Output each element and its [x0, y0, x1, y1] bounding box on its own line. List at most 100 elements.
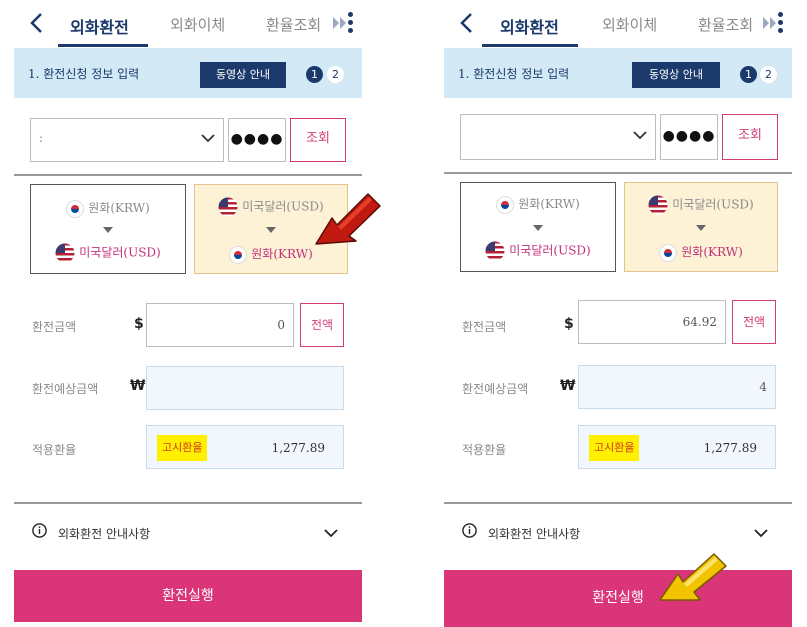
step-2-indicator: 2: [327, 66, 344, 83]
back-chevron-icon[interactable]: [26, 10, 48, 36]
video-guide-button[interactable]: 동영상 안내: [200, 62, 286, 88]
full-amount-button[interactable]: 전액: [300, 303, 344, 347]
guide-accordion[interactable]: 외화환전 안내사항: [14, 502, 362, 560]
step-bar: 1. 환전신청 정보 입력 동영상 안내 1 2: [14, 48, 362, 98]
krw-to-usd-option[interactable]: 원화(KRW) 미국달러(USD): [30, 184, 186, 274]
to-currency-label: 원화(KRW): [251, 247, 313, 261]
chevron-down-icon: [201, 134, 215, 143]
won-symbol: ₩: [560, 378, 576, 394]
chevron-down-icon: [754, 529, 768, 538]
korea-flag-icon: [659, 243, 678, 262]
execute-exchange-button[interactable]: 환전실행: [444, 570, 792, 627]
execute-exchange-button[interactable]: 환전실행: [14, 570, 362, 622]
down-triangle-icon: [103, 227, 113, 233]
down-triangle-icon: [696, 225, 706, 231]
account-select[interactable]: [460, 114, 656, 160]
expected-amount-label: 환전예상금액: [32, 382, 99, 396]
info-icon: [32, 523, 47, 538]
tab-fx-transfer[interactable]: 외화이체: [602, 14, 657, 35]
posted-rate-badge: 고시환율: [157, 435, 208, 461]
exchange-screen-after: 외화환전 외화이체 환율조회 1. 환전신청 정보 입력 동영상 안내 1 2 …: [444, 0, 792, 627]
tab-fx-exchange[interactable]: 외화환전: [500, 14, 559, 38]
expected-amount-field: [146, 366, 344, 410]
rate-field: 고시환율 1,277.89: [578, 425, 776, 469]
account-value: :: [39, 131, 44, 145]
guide-label: 외화환전 안내사항: [488, 527, 581, 541]
full-amount-button[interactable]: 전액: [732, 300, 776, 344]
to-currency-row: 미국달러(USD): [461, 241, 615, 261]
rate-label: 적용환율: [32, 443, 77, 457]
account-select[interactable]: :: [30, 118, 224, 162]
chevron-down-icon: [633, 131, 647, 140]
back-chevron-icon[interactable]: [456, 10, 478, 36]
usa-flag-icon: [218, 197, 238, 217]
usa-flag-icon: [485, 241, 505, 261]
rate-field: 고시환율 1,277.89: [146, 425, 344, 469]
video-guide-button[interactable]: 동영상 안내: [632, 62, 720, 88]
from-currency-label: 미국달러(USD): [672, 197, 754, 212]
dollar-symbol: $: [134, 316, 144, 332]
from-currency-row: 원화(KRW): [31, 199, 185, 218]
active-tab-underline: [482, 44, 578, 47]
tab-rate-inquiry[interactable]: 환율조회: [266, 14, 321, 35]
expected-amount-field: 4: [578, 365, 776, 409]
korea-flag-icon: [229, 245, 248, 264]
step-label: 1. 환전신청 정보 입력: [28, 67, 140, 81]
usd-to-krw-option[interactable]: 미국달러(USD) 원화(KRW): [624, 182, 778, 272]
guide-accordion[interactable]: 외화환전 안내사항: [444, 502, 792, 560]
lookup-button[interactable]: 조회: [722, 114, 778, 160]
tab-bar: 외화환전 외화이체 환율조회: [444, 0, 792, 48]
amount-input[interactable]: 0: [146, 303, 294, 347]
info-icon: [462, 523, 477, 538]
korea-flag-icon: [496, 195, 515, 214]
tab-fx-exchange[interactable]: 외화환전: [70, 14, 129, 38]
rate-value: 1,277.89: [703, 441, 757, 455]
tab-fx-transfer[interactable]: 외화이체: [170, 14, 225, 35]
yellow-arrow-icon: [659, 553, 727, 601]
amount-label: 환전금액: [32, 320, 77, 334]
from-currency-label: 원화(KRW): [518, 197, 580, 211]
chevron-down-icon: [324, 529, 338, 538]
to-currency-row: 미국달러(USD): [31, 243, 185, 263]
won-symbol: ₩: [130, 378, 146, 394]
active-tab-underline: [58, 44, 148, 47]
step-bar: 1. 환전신청 정보 입력 동영상 안내 1 2: [444, 48, 792, 98]
scroll-right-icon[interactable]: [332, 16, 348, 30]
guide-label: 외화환전 안내사항: [58, 527, 151, 541]
down-triangle-icon: [533, 225, 543, 231]
exchange-screen-before: 외화환전 외화이체 환율조회 1. 환전신청 정보 입력 동영상 안내 1 2 …: [14, 0, 381, 627]
from-currency-label: 원화(KRW): [88, 201, 150, 215]
divider: [14, 174, 362, 176]
krw-to-usd-option[interactable]: 원화(KRW) 미국달러(USD): [460, 182, 616, 272]
step-1-indicator: 1: [306, 66, 323, 83]
amount-input[interactable]: 64.92: [578, 300, 726, 344]
step-label: 1. 환전신청 정보 입력: [458, 67, 570, 81]
password-field[interactable]: ●●●●: [660, 114, 718, 160]
usa-flag-icon: [648, 195, 668, 215]
to-currency-label: 원화(KRW): [681, 245, 743, 259]
more-menu-icon[interactable]: [348, 12, 354, 36]
rate-label: 적용환율: [462, 443, 507, 457]
step-2-indicator: 2: [760, 66, 777, 83]
tab-bar: 외화환전 외화이체 환율조회: [14, 0, 362, 48]
tab-rate-inquiry[interactable]: 환율조회: [698, 14, 753, 35]
step-1-indicator: 1: [740, 66, 757, 83]
usa-flag-icon: [55, 243, 75, 263]
lookup-button[interactable]: 조회: [290, 118, 346, 162]
more-menu-icon[interactable]: [778, 12, 784, 36]
amount-label: 환전금액: [462, 320, 507, 334]
expected-amount-label: 환전예상금액: [462, 382, 529, 396]
posted-rate-badge: 고시환율: [589, 435, 640, 461]
to-currency-row: 원화(KRW): [625, 243, 777, 262]
down-triangle-icon: [266, 227, 276, 233]
dollar-symbol: $: [564, 316, 574, 332]
from-currency-row: 원화(KRW): [461, 195, 615, 214]
red-arrow-icon: [315, 193, 381, 245]
scroll-right-icon[interactable]: [762, 16, 778, 30]
password-field[interactable]: ●●●●: [228, 118, 286, 162]
from-currency-row: 미국달러(USD): [625, 195, 777, 215]
rate-value: 1,277.89: [271, 441, 325, 455]
to-currency-label: 미국달러(USD): [509, 243, 591, 258]
to-currency-label: 미국달러(USD): [79, 245, 161, 260]
korea-flag-icon: [66, 199, 85, 218]
